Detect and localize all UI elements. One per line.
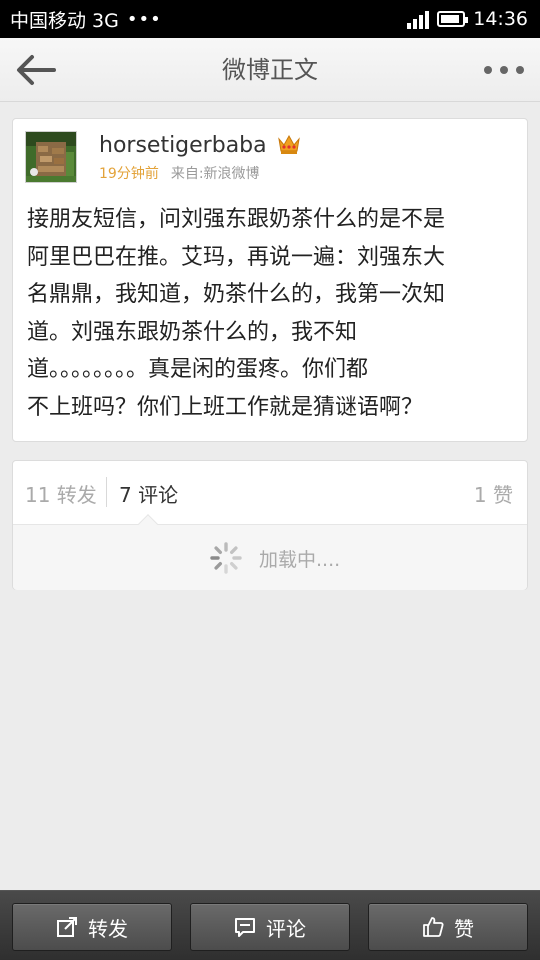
comment-icon [235,918,255,937]
comment-button[interactable]: 评论 [190,903,350,951]
dot-icon [500,66,508,74]
username[interactable]: horsetigerbaba [99,133,267,158]
signal-icon [407,9,430,29]
post-text-line: 不上班吗？你们上班工作就是猜谜语啊？ [27,394,424,420]
post-meta: 19分钟前 来自:新浪微博 [99,163,260,183]
post-text-line: 阿里巴巴在推。艾玛，再说一遍：刘强东大 [27,244,446,270]
dot-icon [484,66,492,74]
post-text-line: 道。刘强东跟奶茶什么的，我不知 [27,319,358,345]
title-bar: 微博正文 [0,38,540,102]
back-button[interactable] [14,52,58,88]
comment-label: 评论 [266,916,306,941]
loading-spinner-icon [210,542,242,574]
loading-label: 加载中.... [259,549,341,571]
post-text-line: 名鼎鼎，我知道，奶茶什么的，我第一次知 [27,282,446,307]
notification-dots: ••• [126,8,162,30]
repost-icon [57,917,77,937]
bottom-toolbar: 转发 评论 赞 [0,890,540,960]
post-text-line: 接朋友短信，问刘强东跟奶茶什么的是不是 [27,207,446,232]
avatar-image [26,132,76,182]
post-card: horsetigerbaba 19分钟前 来自:新浪微博 接朋友短信，问刘强东跟… [12,118,528,442]
crown-icon [278,134,300,154]
carrier-label: 中国移动 3G [10,9,119,32]
clock: 14:36 [473,8,528,30]
status-bar: 中国移动 3G ••• 14:36 [0,0,540,38]
repost-button[interactable]: 转发 [12,903,172,951]
post-time: 19分钟前 [99,166,159,182]
tab-divider [106,477,107,507]
thumbs-up-icon [423,917,444,937]
tab-likes[interactable]: 1 赞 [474,479,513,508]
repost-label: 转发 [88,916,128,941]
like-label: 赞 [454,916,474,941]
back-arrow-icon [17,55,56,85]
tab-reposts[interactable]: 11 转发 [25,479,97,508]
like-button[interactable]: 赞 [368,903,528,951]
more-options-button[interactable] [484,58,524,82]
page-title: 微博正文 [222,56,318,84]
interaction-tabs: 11 转发 7 评论 1 赞 [13,461,527,525]
avatar[interactable] [25,131,77,183]
comments-loading-area: 加载中.... [13,525,527,590]
interactions-card: 11 转发 7 评论 1 赞 加载中.... [12,460,528,590]
post-body: 接朋友短信，问刘强东跟奶茶什么的是不是 阿里巴巴在推。艾玛，再说一遍：刘强东大 … [27,201,517,426]
dot-icon [516,66,524,74]
tab-comments[interactable]: 7 评论 [119,479,178,508]
battery-icon [437,11,469,27]
post-text-line: 道。。。。。。。。真是闲的蛋疼。你们都 [27,357,369,382]
post-source: 来自:新浪微博 [170,166,260,182]
